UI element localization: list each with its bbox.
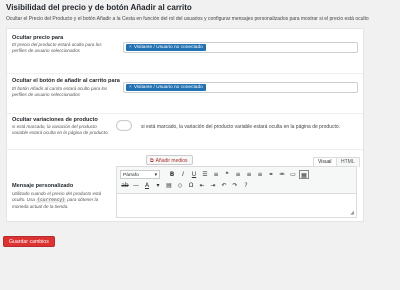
hide-price-label: Ocultar precio para	[12, 35, 64, 41]
text-color-icon[interactable]: A	[142, 181, 152, 190]
save-button[interactable]: Guardar cambios	[3, 236, 55, 247]
role-chip[interactable]: × Visitante / Usuario no conectado	[126, 84, 206, 91]
special-char-icon[interactable]: Ω	[186, 181, 196, 190]
chevron-down-icon: ▾	[154, 173, 157, 178]
clear-formatting-icon[interactable]: ◇	[175, 181, 185, 190]
role-chip[interactable]: × Visitante / Usuario no conectado	[126, 44, 206, 51]
hide-cart-label: Ocultar el botón de añadir al carrito pa…	[12, 78, 120, 84]
role-chip-label: Visitante / Usuario no conectado	[133, 85, 203, 90]
hide-price-select[interactable]: × Visitante / Usuario no conectado	[123, 42, 358, 53]
unlink-icon[interactable]: ⚮	[277, 170, 287, 179]
currency-code: {currency}	[36, 198, 66, 203]
page-title: Visibilidad del precio y de botón Añadir…	[6, 3, 192, 12]
more-tag-icon[interactable]: ▭	[288, 170, 298, 179]
outdent-icon[interactable]: ⇤	[197, 181, 207, 190]
role-chip-label: Visitante / Usuario no conectado	[133, 45, 203, 50]
toolbar-row-1: B I U ☰ ≡ ❝ ≡ ≡ ≡ ⚭ ⚮ ▭ ▦	[167, 170, 309, 179]
bullet-list-icon[interactable]: ☰	[200, 170, 210, 179]
indent-icon[interactable]: ⇥	[208, 181, 218, 190]
align-left-icon[interactable]: ≡	[233, 170, 243, 179]
editor-toolbar: Párrafo ▾ B I U ☰ ≡ ❝ ≡ ≡ ≡ ⚭ ⚮ ▭ ▦ ab —…	[117, 167, 356, 194]
resize-handle-icon[interactable]: ◢	[350, 210, 354, 216]
hide-cart-row: Ocultar el botón de añadir al carrito pa…	[7, 73, 363, 114]
help-icon[interactable]: ?	[241, 181, 251, 190]
underline-icon[interactable]: U	[189, 170, 199, 179]
add-media-label: Añadir medios	[155, 158, 188, 164]
remove-chip-icon[interactable]: ×	[129, 45, 132, 50]
hide-variations-toggle-text: si está marcado, la variación del produc…	[141, 124, 341, 130]
undo-icon[interactable]: ↶	[219, 181, 229, 190]
format-select[interactable]: Párrafo ▾	[120, 170, 160, 179]
hide-variations-row: Ocultar variaciones de producto si está …	[7, 113, 363, 150]
toolbar-row-2: ab — A ▾ ▤ ◇ Ω ⇤ ⇥ ↶ ↷ ?	[120, 181, 251, 190]
hide-cart-select[interactable]: × Visitante / Usuario no conectado	[123, 82, 358, 93]
media-icon: ⧉	[150, 158, 154, 164]
numbered-list-icon[interactable]: ≡	[211, 170, 221, 179]
italic-icon[interactable]: I	[178, 170, 188, 179]
paste-text-icon[interactable]: ▤	[164, 181, 174, 190]
message-editor[interactable]: Párrafo ▾ B I U ☰ ≡ ❝ ≡ ≡ ≡ ⚭ ⚮ ▭ ▦ ab —…	[116, 166, 357, 218]
format-select-value: Párrafo	[123, 173, 139, 178]
link-icon[interactable]: ⚭	[266, 170, 276, 179]
align-right-icon[interactable]: ≡	[255, 170, 265, 179]
hide-cart-description: El botón Añadir al carrito estará oculto…	[12, 86, 108, 97]
bold-icon[interactable]: B	[167, 170, 177, 179]
align-center-icon[interactable]: ≡	[244, 170, 254, 179]
chevron-down-icon[interactable]: ▾	[153, 181, 163, 190]
add-media-button[interactable]: ⧉ Añadir medios	[146, 155, 193, 165]
strikethrough-icon[interactable]: ab	[120, 181, 130, 190]
redo-icon[interactable]: ↷	[230, 181, 240, 190]
hide-variations-toggle[interactable]	[116, 120, 132, 131]
custom-message-label: Mensaje personalizado	[12, 183, 74, 189]
hide-variations-description: si está marcado, la variación del produc…	[12, 124, 109, 135]
hide-price-row: Ocultar precio para El precio del produc…	[7, 29, 363, 74]
page-description: Ocultar el Precio del Producto y el botó…	[6, 16, 369, 22]
hide-variations-label: Ocultar variaciones de producto	[12, 117, 98, 123]
horizontal-rule-icon[interactable]: —	[131, 181, 141, 190]
remove-chip-icon[interactable]: ×	[129, 85, 132, 90]
hide-price-description: El precio del producto estará oculto par…	[12, 42, 102, 53]
custom-message-description: Utilizado cuando el precio del producto …	[12, 191, 112, 210]
blockquote-icon[interactable]: ❝	[222, 170, 232, 179]
fullscreen-icon[interactable]: ▦	[299, 170, 309, 179]
